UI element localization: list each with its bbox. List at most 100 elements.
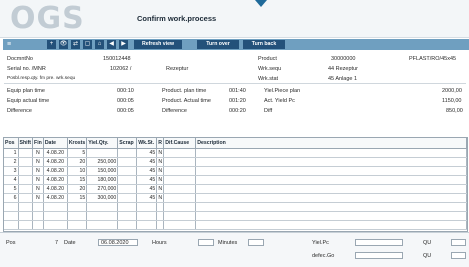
table-cell[interactable] <box>117 157 138 167</box>
table-cell[interactable]: 20 <box>67 184 88 194</box>
table-cell[interactable] <box>86 148 119 158</box>
table-cell[interactable] <box>4 211 19 221</box>
table-cell[interactable]: 3 <box>4 166 19 176</box>
back-icon[interactable]: ◀ <box>107 40 116 49</box>
table-cell[interactable] <box>117 166 138 176</box>
table-cell[interactable] <box>4 202 19 212</box>
col-shift[interactable]: Shift <box>18 138 34 149</box>
menu-icon[interactable]: ≡ <box>7 41 21 48</box>
box-icon[interactable]: ▢ <box>83 40 92 49</box>
turn-over-button[interactable]: Turn over <box>197 40 239 49</box>
table-cell[interactable]: 15 <box>67 175 88 185</box>
col-dif-cause[interactable]: Dif.Cause <box>163 138 197 149</box>
table-cell[interactable] <box>43 220 68 230</box>
table-cell[interactable] <box>18 157 34 167</box>
table-cell[interactable]: 250,000 <box>86 157 119 167</box>
table-cell[interactable]: N <box>156 193 165 203</box>
table-cell[interactable] <box>156 220 165 230</box>
table-cell[interactable]: 4.08.20 <box>43 184 68 194</box>
hours-input[interactable] <box>198 239 214 246</box>
table-cell[interactable]: 45 <box>136 157 158 167</box>
table-cell[interactable] <box>117 148 138 158</box>
table-cell[interactable]: 4.08.20 <box>43 166 68 176</box>
table-cell[interactable]: N <box>32 148 44 158</box>
table-cell[interactable] <box>163 211 197 221</box>
table-row[interactable]: 5 N 4.08.20 20 270,000 45 N <box>4 184 467 194</box>
table-row[interactable]: 3 N 4.08.20 10 150,000 45 N <box>4 166 467 176</box>
col-description[interactable]: Description <box>195 138 467 149</box>
table-row[interactable] <box>4 220 467 230</box>
table-cell[interactable]: N <box>32 193 44 203</box>
yiel-pc-input[interactable] <box>355 239 403 246</box>
table-cell[interactable]: 4.08.20 <box>43 175 68 185</box>
table-cell[interactable] <box>163 202 197 212</box>
table-cell[interactable] <box>43 202 68 212</box>
col-scrap[interactable]: Scrap <box>117 138 138 149</box>
col-pos[interactable]: Pos <box>4 138 19 149</box>
defec-go-input[interactable] <box>355 252 403 259</box>
date-input[interactable]: 06.08.2020 <box>98 239 138 246</box>
qu-input[interactable] <box>451 239 466 246</box>
table-cell[interactable] <box>156 211 165 221</box>
table-cell[interactable]: 300,000 <box>86 193 119 203</box>
table-cell[interactable] <box>67 220 88 230</box>
table-row[interactable]: 1 N 4.08.20 5 45 N <box>4 148 467 158</box>
table-cell[interactable] <box>86 220 119 230</box>
table-cell[interactable] <box>117 184 138 194</box>
col-r[interactable]: R <box>156 138 165 149</box>
table-cell[interactable] <box>163 148 197 158</box>
table-cell[interactable]: 2 <box>4 157 19 167</box>
col-date[interactable]: Date <box>43 138 68 149</box>
table-cell[interactable] <box>195 202 467 212</box>
table-cell[interactable] <box>32 220 44 230</box>
table-cell[interactable]: N <box>156 148 165 158</box>
table-cell[interactable] <box>156 202 165 212</box>
table-cell[interactable]: N <box>156 175 165 185</box>
table-cell[interactable] <box>18 148 34 158</box>
table-cell[interactable] <box>163 166 197 176</box>
table-cell[interactable] <box>195 175 467 185</box>
table-cell[interactable]: 15 <box>67 193 88 203</box>
table-cell[interactable] <box>86 202 119 212</box>
table-cell[interactable] <box>163 184 197 194</box>
table-cell[interactable] <box>18 175 34 185</box>
table-cell[interactable]: 4 <box>4 175 19 185</box>
table-cell[interactable] <box>18 202 34 212</box>
table-cell[interactable] <box>32 202 44 212</box>
table-cell[interactable] <box>195 157 467 167</box>
table-cell[interactable] <box>163 157 197 167</box>
table-cell[interactable] <box>67 202 88 212</box>
table-cell[interactable]: 5 <box>67 148 88 158</box>
table-row[interactable]: 6 N 4.08.20 15 300,000 45 N <box>4 193 467 203</box>
qu2-input[interactable] <box>451 252 466 259</box>
table-cell[interactable]: N <box>32 184 44 194</box>
table-cell[interactable]: 45 <box>136 148 158 158</box>
col-wk-st[interactable]: Wk.St. <box>136 138 158 149</box>
table-cell[interactable] <box>18 193 34 203</box>
forward-icon[interactable]: ▶ <box>119 40 128 49</box>
table-cell[interactable]: 4.08.20 <box>43 157 68 167</box>
home-icon[interactable]: ⌂ <box>95 40 104 49</box>
table-cell[interactable] <box>18 184 34 194</box>
table-cell[interactable]: 4.08.20 <box>43 193 68 203</box>
table-cell[interactable]: N <box>32 175 44 185</box>
col-fin[interactable]: Fin <box>32 138 44 149</box>
col-krosts[interactable]: Krosts <box>67 138 88 149</box>
table-cell[interactable] <box>86 211 119 221</box>
table-cell[interactable] <box>195 184 467 194</box>
table-cell[interactable] <box>18 166 34 176</box>
table-cell[interactable] <box>117 175 138 185</box>
table-cell[interactable]: 45 <box>136 184 158 194</box>
table-cell[interactable]: 20 <box>67 157 88 167</box>
swap-icon[interactable]: ⇄ <box>71 40 80 49</box>
table-cell[interactable] <box>43 211 68 221</box>
add-icon[interactable]: + <box>47 40 56 49</box>
table-cell[interactable]: 45 <box>136 166 158 176</box>
table-cell[interactable] <box>117 202 138 212</box>
table-cell[interactable]: 150,000 <box>86 166 119 176</box>
table-cell[interactable]: 10 <box>67 166 88 176</box>
table-cell[interactable]: N <box>32 157 44 167</box>
table-row[interactable]: 2 N 4.08.20 20 250,000 45 N <box>4 157 467 167</box>
table-cell[interactable] <box>117 220 138 230</box>
table-cell[interactable] <box>195 148 467 158</box>
